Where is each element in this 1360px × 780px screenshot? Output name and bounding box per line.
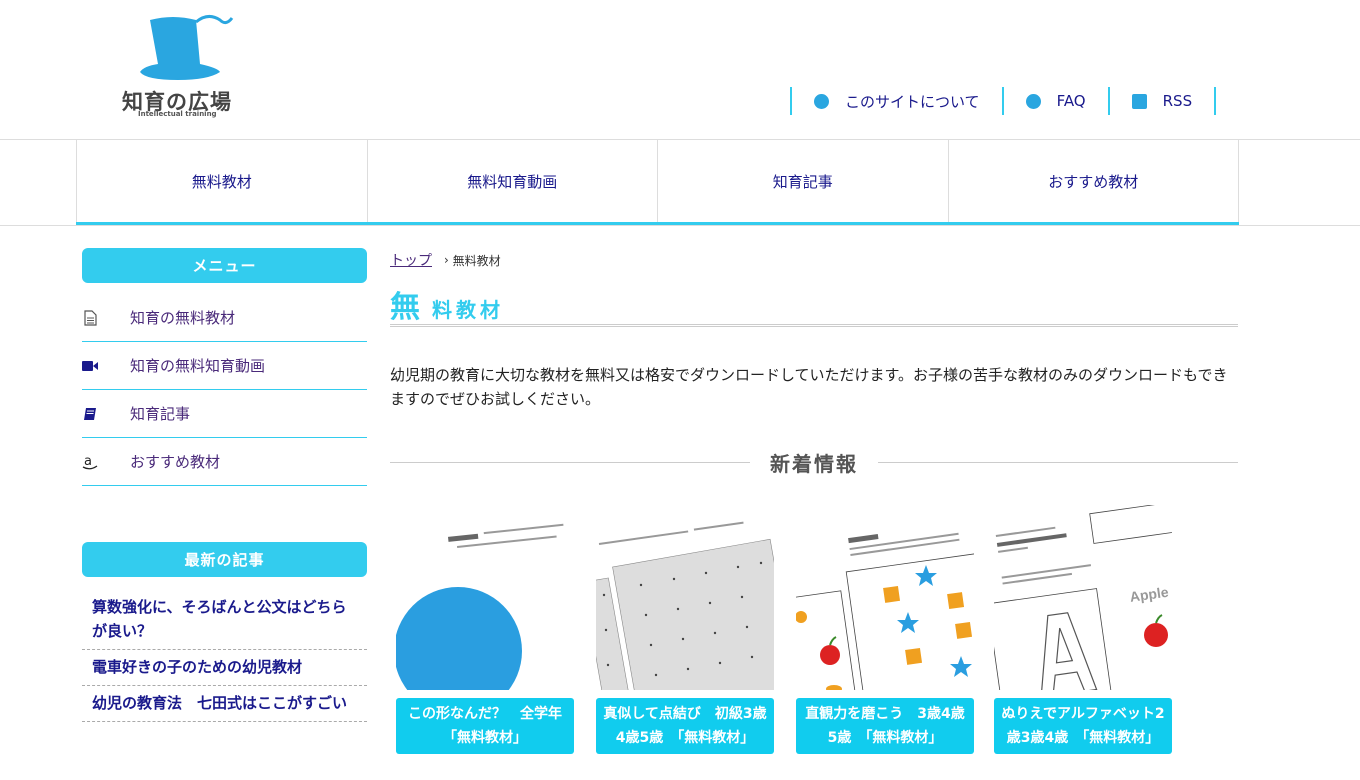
logo-subtitle: Intellectual training [138,110,217,118]
sidebar-item-articles[interactable]: 知育記事 [82,390,367,438]
latest-articles-heading: 最新の記事 [82,542,367,577]
card-thumbnail [396,505,574,690]
card-thumbnail [796,505,974,690]
news-heading-rule-right [878,462,1238,463]
menu-heading: メニュー [82,248,367,283]
news-card[interactable]: 真似して点結び 初級3歳4歳5歳 「無料教材」 [596,505,774,780]
chat-bubble-icon [814,93,829,109]
amazon-icon: a [82,454,98,470]
header-links: このサイトについて FAQ RSS [790,87,1217,115]
title-divider [390,324,1238,329]
nav-articles[interactable]: 知育記事 [657,140,948,222]
news-card[interactable]: この形なんだ？ 全学年 「無料教材」 [396,505,576,780]
card-thumbnail [596,505,774,690]
latest-articles-list: 算数強化に、そろばんと公文はどちらが良い？ 電車好きの子のための幼児教材 幼児の… [82,590,367,722]
nav-free-materials[interactable]: 無料教材 [76,140,367,222]
rss-icon [1131,93,1147,109]
faq-link[interactable]: FAQ [1004,87,1110,115]
rss-link-label: RSS [1162,92,1193,110]
nav-divider [0,225,1360,226]
site-logo[interactable]: 知育の広場 Intellectual training [118,8,248,118]
breadcrumb-home-link[interactable]: トップ [390,250,432,270]
about-link[interactable]: このサイトについて [792,87,1004,115]
question-icon [1025,93,1041,109]
sidebar-menu: 知育の無料教材 知育の無料知育動画 知育記事 a おすすめ教材 [82,294,367,486]
breadcrumb: トップ › 無料教材 [390,250,501,270]
nav-free-videos[interactable]: 無料知育動画 [366,140,658,222]
news-heading-rule-left [390,462,750,463]
breadcrumb-separator: › [444,253,453,267]
page-title: 無 料教材 [390,282,504,326]
sidebar-item-label: おすすめ教材 [130,453,221,471]
card-caption: 直観力を磨こう 3歳4歳5歳 「無料教材」 [796,698,974,754]
sidebar-item-free-materials[interactable]: 知育の無料教材 [82,294,367,342]
article-link[interactable]: 幼児の教育法 七田式はここがすごい [82,686,367,722]
document-icon [82,309,98,326]
global-nav: 無料教材 無料知育動画 知育記事 おすすめ教材 [76,140,1239,226]
card-caption: ぬりえでアルファベット2歳3歳4歳 「無料教材」 [994,698,1172,754]
faq-link-label: FAQ [1056,92,1086,110]
video-camera-icon [82,360,98,372]
article-link[interactable]: 算数強化に、そろばんと公文はどちらが良い？ [82,590,367,650]
news-heading: 新着情報 [390,448,1238,477]
about-link-label: このサイトについて [845,92,980,111]
page-title-rest: 料教材 [432,298,504,322]
intro-text: 幼児期の教育に大切な教材を無料又は格安でダウンロードしていただけます。お子様の苦… [390,366,1228,408]
sidebar-item-free-videos[interactable]: 知育の無料知育動画 [82,342,367,390]
card-thumbnail: Apple A [994,505,1172,690]
book-icon [82,407,98,421]
page-title-first-char: 無 [390,290,424,325]
thumb-word: Apple [1129,584,1170,605]
article-link[interactable]: 電車好きの子のための幼児教材 [82,650,367,686]
rss-link[interactable]: RSS [1110,87,1217,115]
sidebar-item-label: 知育の無料知育動画 [130,357,266,375]
svg-text:a: a [84,454,92,469]
card-caption: 真似して点結び 初級3歳4歳5歳 「無料教材」 [596,698,774,754]
nav-recommended[interactable]: おすすめ教材 [947,140,1239,222]
sidebar-item-label: 知育の無料教材 [130,309,236,327]
news-card[interactable]: Apple A ぬりえでアルファベット2歳3歳4歳 「無料教材」 [994,505,1172,780]
breadcrumb-current: 無料教材 [452,253,501,268]
card-caption: この形なんだ？ 全学年 「無料教材」 [396,698,576,754]
news-card[interactable]: 直観力を磨こう 3歳4歳5歳 「無料教材」 [796,505,974,780]
sidebar-item-recommended[interactable]: a おすすめ教材 [82,438,367,486]
sidebar-item-label: 知育記事 [130,405,191,423]
top-hat-icon [140,15,234,80]
news-heading-text: 新着情報 [770,452,858,476]
